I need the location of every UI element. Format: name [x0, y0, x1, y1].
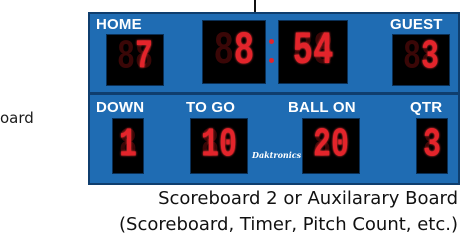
- guest-label: GUEST: [390, 16, 443, 33]
- caption-line-2: (Scoreboard, Timer, Pitch Count, etc.): [119, 214, 458, 235]
- scoreboard: HOME GUEST 88 7 88 8 88 54 88 3 DOWN TO …: [88, 12, 460, 185]
- guest-score-panel: 88 3: [392, 34, 450, 86]
- brand-logo: Daktronics: [252, 150, 302, 160]
- home-score: 7: [134, 35, 153, 81]
- to-go-label: TO GO: [186, 99, 236, 116]
- caption-line-1: Scoreboard 2 or Auxilarary Board: [158, 188, 458, 209]
- board-divider: [90, 92, 458, 95]
- ball-on-label: BALL ON: [288, 99, 356, 116]
- mount-cable: [254, 0, 256, 12]
- clock-minutes-panel: 88 8: [202, 20, 266, 84]
- home-score-panel: 88 7: [106, 34, 164, 86]
- down-value: 1: [118, 123, 137, 169]
- down-panel: 8 1: [112, 118, 144, 174]
- clock-colon-bottom: [269, 58, 274, 63]
- clock-minutes: 8: [233, 26, 255, 78]
- qtr-panel: 8 3: [416, 118, 448, 174]
- guest-score: 3: [420, 35, 439, 81]
- down-label: DOWN: [96, 99, 145, 116]
- clock-seconds: 54: [292, 26, 334, 78]
- ball-on-panel: 88 20: [302, 118, 360, 174]
- partial-left-text: oard: [0, 109, 34, 127]
- clock-colon-top: [269, 39, 274, 44]
- ball-on-value: 20: [312, 123, 349, 169]
- to-go-value: 10: [200, 123, 237, 169]
- qtr-value: 3: [422, 123, 441, 169]
- clock-seconds-panel: 88 54: [278, 20, 348, 84]
- qtr-label: QTR: [410, 99, 443, 116]
- to-go-panel: 88 10: [190, 118, 248, 174]
- home-label: HOME: [96, 16, 142, 33]
